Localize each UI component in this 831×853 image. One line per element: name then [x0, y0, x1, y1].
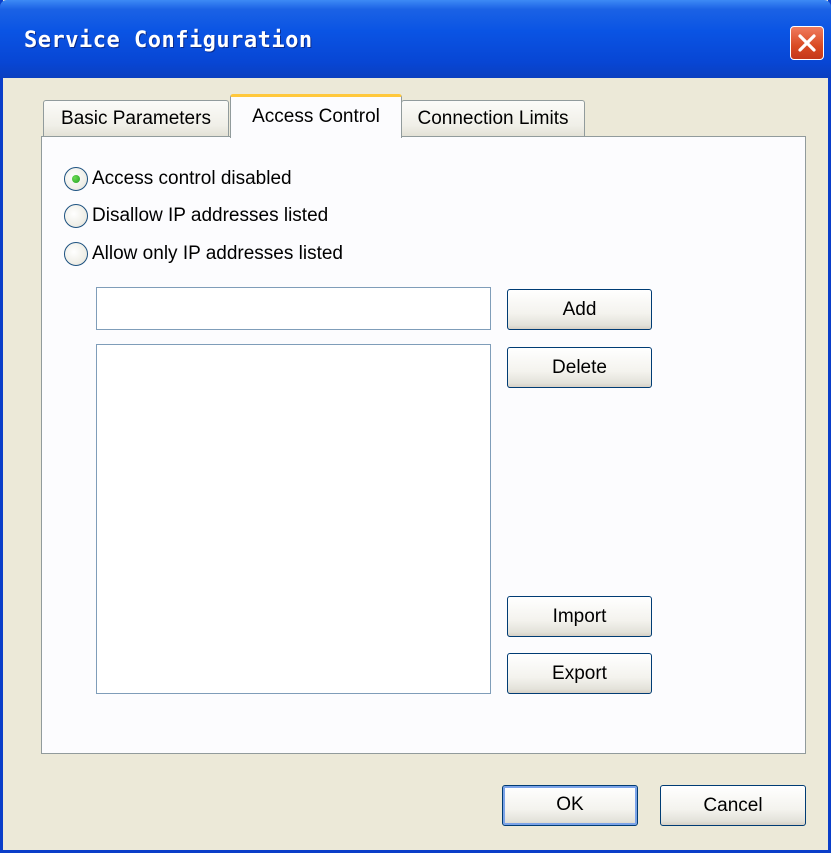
- title-bar[interactable]: Service Configuration: [0, 0, 831, 78]
- radio-button[interactable]: [64, 242, 88, 266]
- tab-connection-limits[interactable]: Connection Limits: [401, 100, 585, 136]
- close-button[interactable]: [790, 26, 824, 60]
- tab-basic-parameters[interactable]: Basic Parameters: [43, 100, 229, 136]
- radio-disallow-ip-listed[interactable]: Disallow IP addresses listed: [64, 202, 328, 230]
- add-button[interactable]: Add: [507, 289, 652, 330]
- radio-button-checked[interactable]: [64, 167, 88, 191]
- radio-label: Disallow IP addresses listed: [92, 205, 329, 226]
- radio-access-control-disabled[interactable]: Access control disabled: [64, 165, 292, 193]
- ok-button[interactable]: OK: [502, 785, 638, 826]
- import-button[interactable]: Import: [507, 596, 652, 637]
- cancel-button[interactable]: Cancel: [660, 785, 806, 826]
- ip-address-list[interactable]: [96, 344, 491, 694]
- radio-button[interactable]: [64, 204, 88, 228]
- radio-label: Access control disabled: [92, 168, 292, 189]
- ip-address-input[interactable]: [96, 287, 491, 330]
- tab-access-control[interactable]: Access Control: [230, 94, 402, 138]
- delete-button[interactable]: Delete: [507, 347, 652, 388]
- radio-allow-only-ip-listed[interactable]: Allow only IP addresses listed: [64, 240, 343, 268]
- close-icon: [798, 34, 816, 52]
- window-title: Service Configuration: [24, 28, 313, 53]
- export-button[interactable]: Export: [507, 653, 652, 694]
- radio-label: Allow only IP addresses listed: [92, 243, 343, 264]
